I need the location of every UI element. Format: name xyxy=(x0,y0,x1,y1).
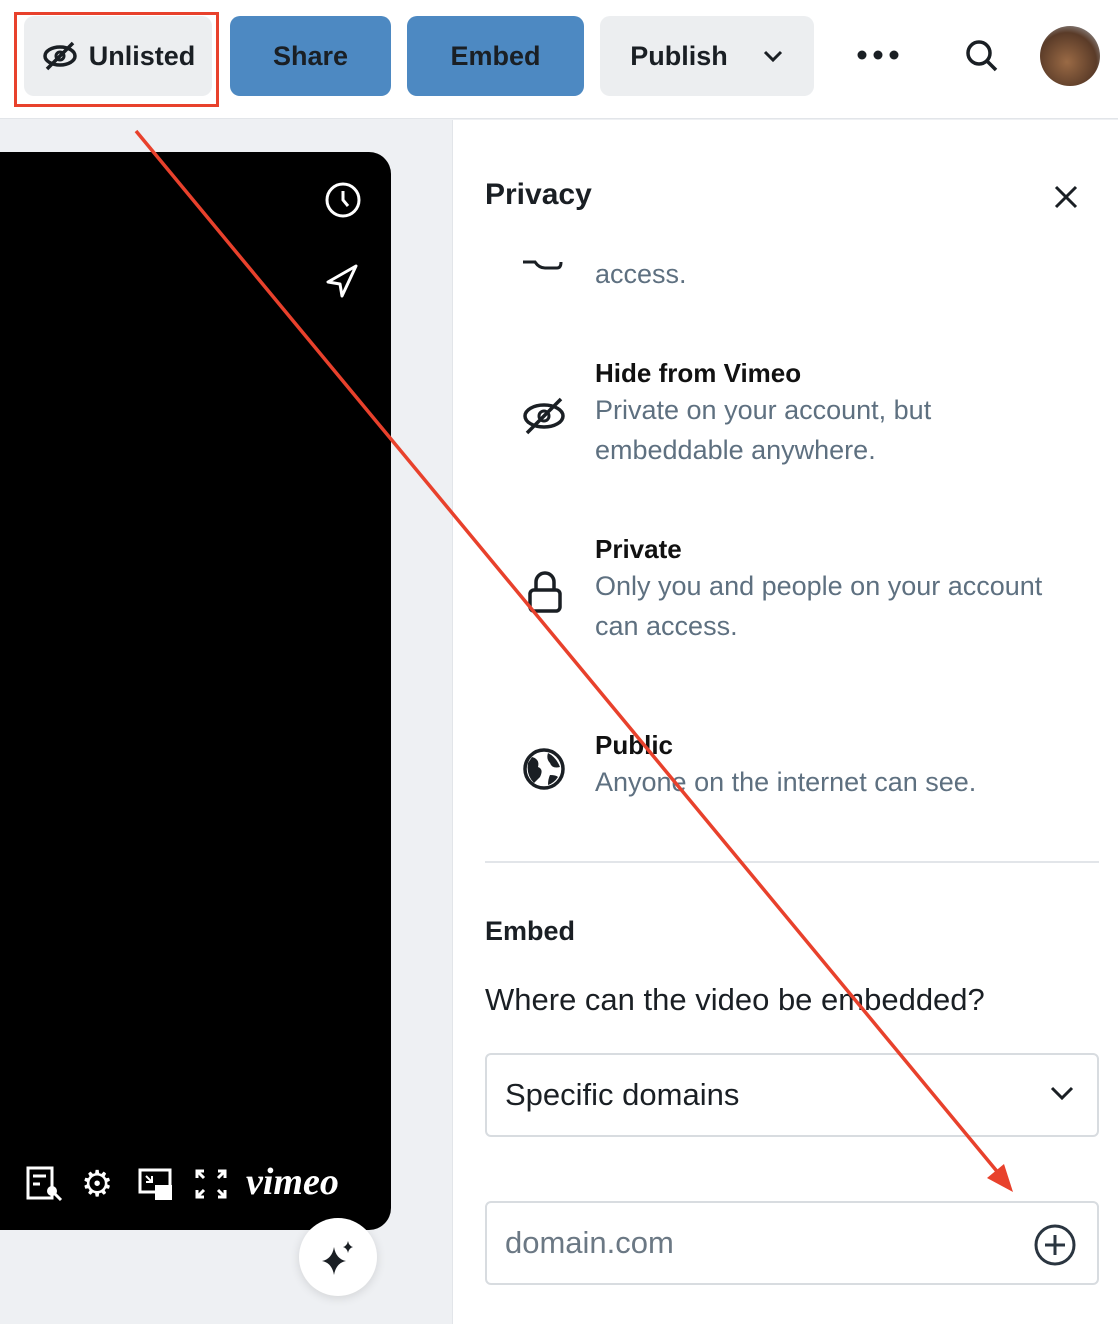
search-icon[interactable] xyxy=(964,38,1000,79)
clock-icon[interactable] xyxy=(324,181,362,224)
partial-option-desc: access. xyxy=(595,259,687,289)
globe-icon xyxy=(522,747,566,796)
send-icon[interactable] xyxy=(324,262,362,305)
video-player[interactable]: ⚙ vimeo xyxy=(0,152,391,1230)
embed-location-select[interactable]: Specific domains xyxy=(485,1053,1099,1137)
option-desc: Private on your account, but embeddable … xyxy=(595,395,932,465)
chevron-down-icon xyxy=(763,50,782,63)
divider xyxy=(485,861,1099,863)
select-value: Specific domains xyxy=(505,1077,740,1112)
publish-button[interactable]: Publish xyxy=(600,16,814,96)
settings-gear-icon[interactable]: ⚙ xyxy=(81,1166,113,1202)
picture-in-picture-icon[interactable] xyxy=(138,1168,174,1207)
sparkle-icon xyxy=(322,1241,353,1275)
top-bar: Unlisted Share Embed Publish xyxy=(0,0,1118,119)
option-title: Hide from Vimeo xyxy=(595,358,802,388)
eye-slash-icon xyxy=(42,41,77,71)
vimeo-logo: vimeo xyxy=(246,1161,339,1203)
embed-button[interactable]: Embed xyxy=(407,16,584,96)
option-title: Public xyxy=(595,730,674,760)
add-domain-icon[interactable] xyxy=(1033,1223,1077,1267)
fullscreen-icon[interactable] xyxy=(194,1168,228,1205)
option-desc: Only you and people on your account can … xyxy=(595,571,1043,641)
more-icon[interactable] xyxy=(856,48,900,67)
transcript-search-icon[interactable] xyxy=(26,1166,64,1207)
embed-question: Where can the video be embedded? xyxy=(485,982,985,1017)
lock-icon xyxy=(527,570,563,619)
embed-heading: Embed xyxy=(485,916,576,946)
domain-input[interactable]: domain.com xyxy=(485,1201,1099,1285)
eye-slash-icon xyxy=(521,396,567,441)
privacy-title: Privacy xyxy=(485,178,592,211)
ai-assist-button[interactable] xyxy=(299,1218,377,1296)
privacy-panel: Privacy access. Hide from Vimeo Private … xyxy=(452,120,1118,1324)
avatar[interactable] xyxy=(1040,26,1100,86)
share-button[interactable]: Share xyxy=(230,16,391,96)
partial-option-icon xyxy=(521,256,567,275)
chevron-down-icon xyxy=(1050,1086,1074,1101)
unlisted-button[interactable]: Unlisted xyxy=(24,16,212,96)
unlisted-label: Unlisted xyxy=(88,40,196,71)
publish-label: Publish xyxy=(630,40,728,71)
close-icon[interactable] xyxy=(1053,184,1079,215)
option-desc: Anyone on the internet can see. xyxy=(595,767,977,797)
option-title: Private xyxy=(595,534,682,564)
domain-placeholder: domain.com xyxy=(505,1225,674,1260)
